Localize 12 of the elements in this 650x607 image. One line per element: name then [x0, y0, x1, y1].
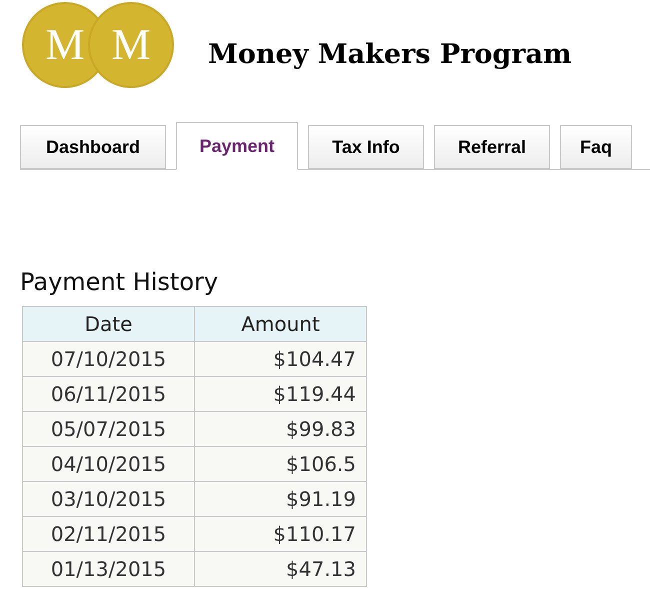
tab[interactable]: Referral	[434, 125, 550, 169]
site-title: Money Makers Program	[208, 38, 572, 72]
section-heading: Payment History	[20, 267, 220, 298]
coin-logo: M	[88, 2, 174, 88]
table-cell: 01/13/2015	[22, 552, 194, 586]
tab[interactable]: Tax Info	[308, 125, 424, 169]
tab[interactable]: Dashboard	[20, 125, 166, 169]
table-cell: $47.13	[194, 552, 366, 586]
tab[interactable]: Payment	[176, 122, 298, 170]
tab[interactable]: Faq	[560, 125, 632, 169]
column-header: Date	[22, 306, 194, 342]
column-header: Amount	[194, 306, 366, 342]
